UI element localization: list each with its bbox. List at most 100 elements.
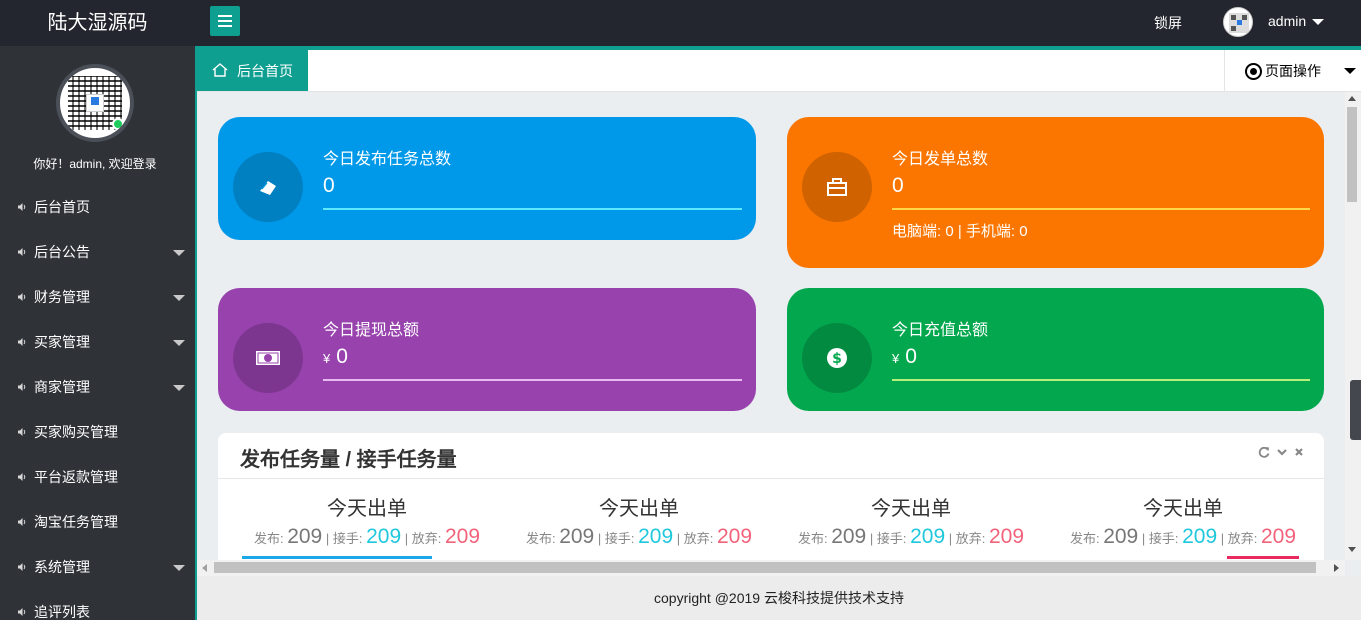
sidebar: 你好！admin, 欢迎登录 后台首页 后台公告 财务管理 买家管理 商家管理 买家购买管…	[0, 46, 195, 620]
sidebar-item[interactable]: 后台首页	[0, 185, 195, 230]
published-count: 209	[1103, 525, 1139, 548]
sidebar-nav: 后台首页后台公告财务管理买家管理商家管理买家购买管理平台返款管理淘宝任务管理系统…	[0, 185, 195, 620]
close-icon[interactable]	[1293, 446, 1305, 458]
stat-progress-bar	[1227, 556, 1299, 559]
collapse-icon[interactable]	[1276, 446, 1288, 458]
taken-label: 接手:	[332, 531, 363, 546]
panel-header: 发布任务量 / 接手任务量	[218, 433, 1324, 479]
card-divider	[323, 379, 742, 381]
abandoned-label: 放弃:	[955, 531, 986, 546]
stat-column: 今天出单 发布: 209 | 接手: 209 | 放弃: 209	[1047, 492, 1319, 549]
task-volume-panel: 发布任务量 / 接手任务量 今天出单 发布: 209 | 接手: 209 | 放弃…	[218, 433, 1324, 560]
sidebar-item[interactable]: 商家管理	[0, 365, 195, 410]
scroll-down-icon[interactable]	[1348, 547, 1356, 552]
sidebar-item[interactable]: 系统管理	[0, 545, 195, 590]
stat-card-published-tasks: 今日发布任务总数 0	[218, 117, 756, 240]
card-value-number: 0	[336, 345, 348, 368]
speaker-icon	[18, 518, 26, 526]
sidebar-item[interactable]: 买家购买管理	[0, 410, 195, 455]
app-logo[interactable]: 陆大湿源码	[0, 0, 195, 46]
stat-card-withdrawals: 今日提现总额 ¥0	[218, 288, 756, 411]
published-label: 发布:	[1069, 531, 1100, 546]
taken-count: 209	[366, 525, 402, 548]
chevron-down-icon	[1312, 19, 1325, 26]
refresh-icon[interactable]	[1258, 446, 1270, 458]
card-icon-wrap	[802, 152, 872, 222]
card-title: 今日提现总额	[323, 322, 420, 339]
target-icon	[1245, 63, 1262, 80]
chevron-down-icon	[173, 385, 185, 391]
stat-title: 今天出单	[327, 498, 407, 520]
published-label: 发布:	[525, 531, 556, 546]
panel-tools	[1258, 446, 1322, 462]
card-icon-wrap	[233, 323, 303, 393]
home-icon	[212, 63, 228, 77]
speaker-icon	[18, 338, 26, 346]
page-operations-label: 页面操作	[1265, 63, 1321, 79]
speaker-icon	[18, 248, 26, 256]
taken-count: 209	[910, 525, 946, 548]
currency-symbol: ¥	[892, 351, 900, 366]
stat-column: 今天出单 发布: 209 | 接手: 209 | 放弃: 209	[503, 492, 775, 549]
speaker-icon	[18, 473, 26, 481]
horizontal-scrollbar[interactable]	[197, 560, 1345, 576]
stat-column: 今天出单 发布: 209 | 接手: 209 | 放弃: 209	[231, 492, 503, 549]
stat-row: 发布: 209 | 接手: 209 | 放弃: 209	[1069, 525, 1297, 548]
vertical-scrollbar[interactable]	[1345, 92, 1361, 560]
sidebar-item[interactable]: 追评列表	[0, 590, 195, 620]
sidebar-item[interactable]: 财务管理	[0, 275, 195, 320]
scroll-right-icon[interactable]	[1334, 564, 1339, 572]
page-operations-dropdown[interactable]: 页面操作	[1224, 50, 1361, 91]
sidebar-item-label: 商家管理	[34, 379, 90, 395]
sidebar-item[interactable]: 买家管理	[0, 320, 195, 365]
card-divider	[323, 208, 742, 210]
abandoned-label: 放弃:	[1227, 531, 1258, 546]
abandoned-label: 放弃:	[683, 531, 714, 546]
published-count: 209	[287, 525, 323, 548]
published-label: 发布:	[253, 531, 284, 546]
menu-icon	[218, 20, 232, 22]
card-value-number: 0	[323, 174, 335, 197]
sidebar-item-label: 买家管理	[34, 334, 90, 350]
menu-toggle-button[interactable]	[210, 6, 240, 36]
scroll-left-icon[interactable]	[202, 564, 207, 572]
stat-title: 今天出单	[599, 498, 679, 520]
sidebar-item-label: 买家购买管理	[34, 424, 118, 440]
main-content: 今日发布任务总数 0 今日发单总数 0 电脑端: 0 | 手机端: 0 今日提现…	[197, 92, 1345, 560]
lock-screen-button[interactable]: 锁屏	[1154, 13, 1182, 33]
user-avatar[interactable]	[1223, 7, 1253, 37]
qr-logo	[86, 94, 104, 112]
stat-row: 发布: 209 | 接手: 209 | 放弃: 209	[797, 525, 1025, 548]
published-label: 发布:	[797, 531, 828, 546]
sidebar-item[interactable]: 平台返款管理	[0, 455, 195, 500]
sidebar-item-label: 淘宝任务管理	[34, 514, 118, 530]
speaker-icon	[18, 383, 26, 391]
dollar-circle-icon: $	[827, 348, 847, 368]
profile-avatar	[56, 64, 134, 142]
taken-label: 接手:	[1148, 531, 1179, 546]
online-dot-icon	[112, 118, 124, 130]
abandoned-count: 209	[717, 525, 753, 548]
taken-label: 接手:	[876, 531, 907, 546]
card-value-number: 0	[892, 174, 904, 197]
abandoned-label: 放弃:	[411, 531, 442, 546]
svg-text:$: $	[832, 351, 842, 367]
side-panel-handle[interactable]	[1350, 380, 1361, 440]
scroll-thumb[interactable]	[214, 562, 1316, 573]
card-title: 今日发布任务总数	[323, 151, 452, 168]
speaker-icon	[18, 293, 26, 301]
scroll-up-icon[interactable]	[1348, 96, 1356, 101]
card-title: 今日充值总额	[892, 322, 989, 339]
card-value: ¥0	[323, 345, 348, 369]
tab-home[interactable]: 后台首页	[197, 50, 308, 91]
scroll-thumb[interactable]	[1347, 107, 1357, 202]
card-value-number: 0	[905, 345, 917, 368]
speaker-icon	[18, 203, 26, 211]
sidebar-item-label: 后台公告	[34, 244, 90, 260]
sidebar-item[interactable]: 淘宝任务管理	[0, 500, 195, 545]
stat-card-orders: 今日发单总数 0 电脑端: 0 | 手机端: 0	[787, 117, 1324, 268]
user-menu[interactable]: admin	[1268, 13, 1325, 29]
tab-home-label: 后台首页	[237, 63, 293, 79]
card-icon-wrap	[233, 152, 303, 222]
sidebar-item[interactable]: 后台公告	[0, 230, 195, 275]
